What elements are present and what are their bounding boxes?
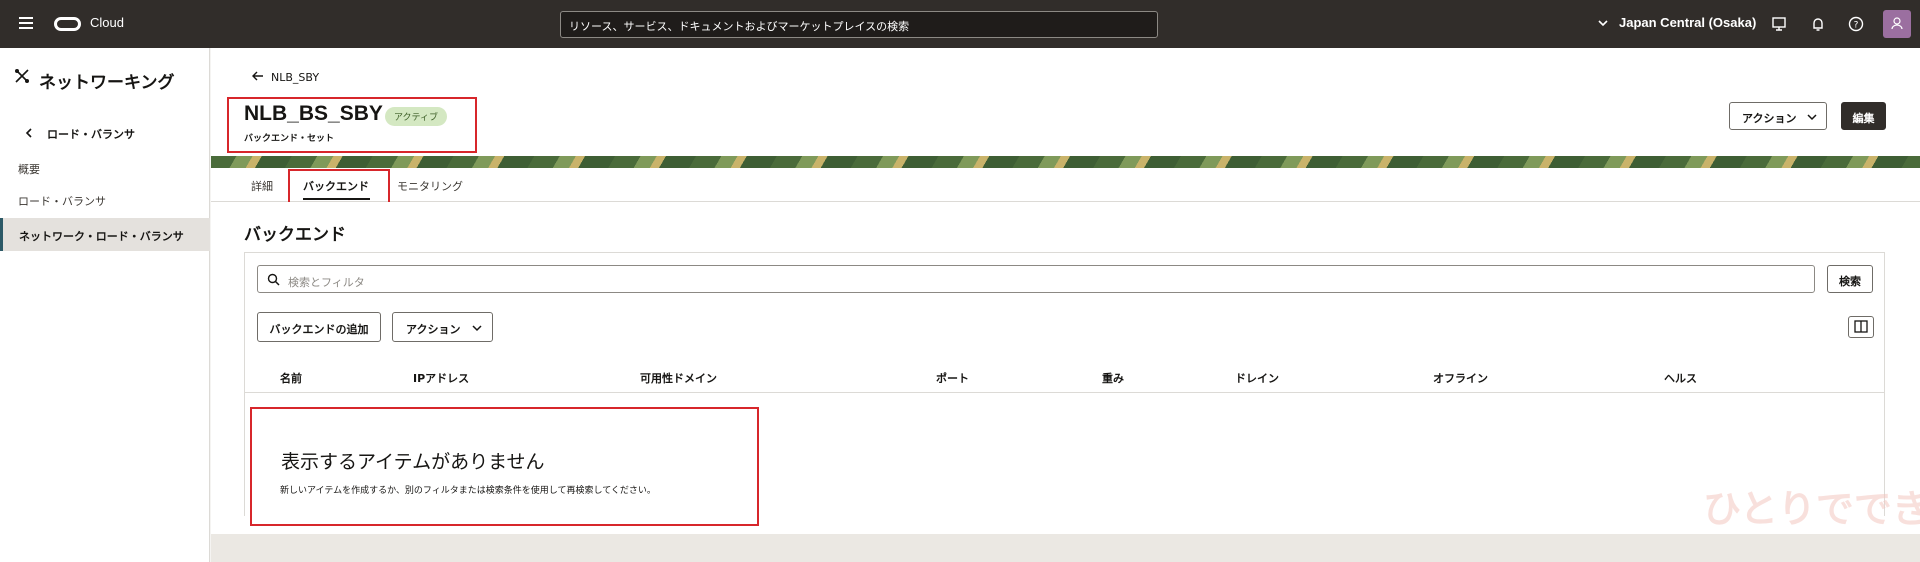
tab-monitoring[interactable]: モニタリング <box>397 178 463 194</box>
column-header-ad[interactable]: 可用性ドメイン <box>640 370 717 386</box>
status-badge: アクティブ <box>385 107 448 126</box>
columns-icon <box>1854 320 1868 333</box>
column-header-drain[interactable]: ドレイン <box>1235 370 1279 386</box>
sidebar-item-label: ネットワーク・ロード・バランサ <box>19 230 184 243</box>
tab-bar <box>211 168 1920 202</box>
actions-button[interactable]: アクション <box>1729 102 1827 130</box>
chevron-left-icon[interactable] <box>25 128 34 138</box>
filter-placeholder: 検索とフィルタ <box>288 276 365 289</box>
sidebar-item-load-balancers[interactable]: ロード・バランサ <box>18 193 106 209</box>
column-header-weight[interactable]: 重み <box>1102 370 1124 386</box>
column-header-ip[interactable]: IPアドレス <box>413 370 469 386</box>
networking-icon <box>15 69 29 83</box>
sidebar-item-network-load-balancers[interactable]: ネットワーク・ロード・バランサ <box>0 218 210 251</box>
menu-icon[interactable] <box>19 17 33 29</box>
sidebar-title: ネットワーキング <box>39 73 175 93</box>
svg-text:?: ? <box>1854 21 1859 31</box>
filter-input[interactable]: 検索とフィルタ <box>257 265 1815 293</box>
chevron-down-icon[interactable] <box>1597 17 1609 29</box>
chevron-down-icon <box>472 325 482 332</box>
tab-details[interactable]: 詳細 <box>251 178 273 194</box>
table-actions-button[interactable]: アクション <box>392 312 493 342</box>
highlight-box-tab <box>288 169 390 206</box>
edit-button-label: 編集 <box>1852 112 1875 125</box>
column-header-name[interactable]: 名前 <box>280 370 302 386</box>
breadcrumb[interactable]: NLB_SBY <box>271 71 319 84</box>
help-icon[interactable]: ? <box>1847 15 1865 33</box>
search-button-label: 検索 <box>1839 275 1861 288</box>
edit-button[interactable]: 編集 <box>1841 102 1886 130</box>
sidebar-back-link[interactable]: ロード・バランサ <box>47 126 135 142</box>
page-subtitle: バックエンド・セット <box>244 134 335 144</box>
empty-state-description: 新しいアイテムを作成するか、別のフィルタまたは検索条件を使用して再検索してくださ… <box>280 486 656 496</box>
column-header-port[interactable]: ポート <box>936 370 969 386</box>
search-button[interactable]: 検索 <box>1827 265 1873 293</box>
cloud-shell-icon[interactable] <box>1770 15 1788 33</box>
region-selector[interactable]: Japan Central (Osaka) <box>1619 15 1756 30</box>
add-backend-button[interactable]: バックエンドの追加 <box>257 312 381 342</box>
arrow-left-icon[interactable] <box>251 71 264 81</box>
user-avatar[interactable] <box>1883 10 1911 38</box>
column-header-health[interactable]: ヘルス <box>1664 370 1697 386</box>
chevron-down-icon <box>1807 114 1817 121</box>
column-settings-button[interactable] <box>1848 316 1874 338</box>
oracle-logo-icon[interactable] <box>54 17 81 31</box>
page-title: NLB_BS_SBY <box>244 102 383 125</box>
watermark-logo: ひとりでできるもん <box>1703 487 1920 531</box>
table-header-divider <box>245 392 1885 393</box>
top-bar: Cloud リソース、サービス、ドキュメントおよびマーケットプレイスの検索 Ja… <box>0 0 1920 48</box>
decorative-banner <box>211 156 1920 168</box>
column-header-offline[interactable]: オフライン <box>1433 370 1488 386</box>
global-search-input[interactable]: リソース、サービス、ドキュメントおよびマーケットプレイスの検索 <box>560 11 1158 38</box>
user-icon <box>1891 17 1903 30</box>
section-title: バックエンド <box>244 225 346 245</box>
sidebar-item-overview[interactable]: 概要 <box>18 161 40 177</box>
empty-state-title: 表示するアイテムがありません <box>281 451 545 473</box>
brand-name[interactable]: Cloud <box>90 15 124 30</box>
actions-button-label: アクション <box>1742 112 1797 125</box>
footer-texture <box>211 534 1920 562</box>
bell-icon[interactable] <box>1809 15 1827 33</box>
add-backend-label: バックエンドの追加 <box>269 323 369 336</box>
search-icon <box>267 273 280 286</box>
table-actions-label: アクション <box>406 323 461 336</box>
